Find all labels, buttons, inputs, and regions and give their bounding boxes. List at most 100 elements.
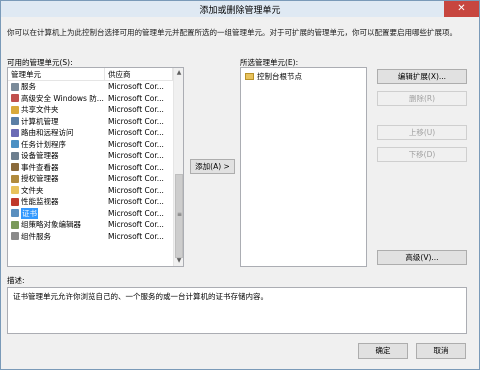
snapin-vendor: Microsoft Cor... — [108, 231, 164, 241]
snapin-name-cell: 事件查看器 — [8, 162, 105, 173]
snapin-vendor: Microsoft Cor... — [108, 220, 164, 230]
scroll-thumb[interactable]: ≡ — [175, 174, 183, 258]
list-item[interactable]: 任务计划程序 Microsoft Cor... — [8, 139, 171, 151]
snapin-name-cell: 性能监视器 — [8, 196, 105, 207]
list-item[interactable]: 设备管理器 Microsoft Cor... — [8, 150, 171, 162]
list-item[interactable]: 文件夹 Microsoft Cor... — [8, 185, 171, 197]
snapin-vendor: Microsoft Cor... — [108, 185, 164, 195]
list-rows: 服务 Microsoft Cor... 高级安全 Windows 防... Micro… — [8, 81, 171, 242]
snapin-name: 事件查看器 — [21, 162, 59, 172]
col-header-vendor[interactable]: 供应商 — [105, 68, 173, 80]
snapin-name: 高级安全 Windows 防... — [21, 93, 104, 103]
snapin-vendor: Microsoft Cor... — [108, 93, 164, 103]
firewall-icon — [11, 94, 19, 103]
scroll-down-icon[interactable]: ▼ — [174, 256, 183, 266]
list-item[interactable]: 事件查看器 Microsoft Cor... — [8, 162, 171, 174]
clock-icon — [11, 140, 19, 149]
tree-item-label: 控制台根节点 — [257, 72, 302, 81]
authorization-icon — [11, 174, 19, 183]
computer-icon — [11, 117, 19, 126]
snapin-name-cell: 路由和远程访问 — [8, 127, 105, 138]
snapin-vendor: Microsoft Cor... — [108, 82, 164, 92]
list-item[interactable]: 组件服务 Microsoft Cor... — [8, 231, 171, 243]
snapin-name-cell: 组策略对象编辑器 — [8, 219, 105, 230]
snapin-name: 组件服务 — [21, 231, 51, 241]
grip-icon: ≡ — [177, 211, 183, 218]
ok-button[interactable]: 确定 — [358, 343, 408, 359]
snapin-name-cell: 设备管理器 — [8, 150, 105, 161]
list-item[interactable]: 性能监视器 Microsoft Cor... — [8, 196, 171, 208]
available-snapins-list[interactable]: 管理单元 供应商 服务 Microsoft Cor... 高级安全 Windows … — [7, 67, 184, 267]
snapin-name: 授权管理器 — [21, 174, 59, 184]
gear-icon — [11, 82, 19, 91]
snapin-vendor: Microsoft Cor... — [108, 174, 164, 184]
snapin-name: 共享文件夹 — [21, 105, 59, 115]
description-label: 描述: — [7, 276, 25, 285]
snapin-vendor: Microsoft Cor... — [108, 105, 164, 115]
snapin-name-cell: 共享文件夹 — [8, 104, 105, 115]
device-icon — [11, 151, 19, 160]
remove-button[interactable]: 删除(R) — [377, 91, 467, 106]
list-scrollbar[interactable]: ▲ ≡ ▼ — [173, 68, 183, 266]
list-item[interactable]: 计算机管理 Microsoft Cor... — [8, 116, 171, 128]
snapin-name-cell: 授权管理器 — [8, 173, 105, 184]
snapin-name-cell: 任务计划程序 — [8, 139, 105, 150]
list-item[interactable]: 服务 Microsoft Cor... — [8, 81, 171, 93]
list-item[interactable]: 共享文件夹 Microsoft Cor... — [8, 104, 171, 116]
col-header-name[interactable]: 管理单元 — [8, 68, 105, 80]
snapin-vendor: Microsoft Cor... — [108, 116, 164, 126]
scroll-up-icon[interactable]: ▲ — [174, 68, 183, 78]
dialog-title: 添加或删除管理单元 — [199, 6, 281, 16]
dialog-body: 你可以在计算机上为此控制台选择可用的管理单元并配置所选的一组管理单元。对于可扩展… — [1, 17, 479, 369]
snapin-name: 文件夹 — [21, 185, 44, 195]
move-up-button[interactable]: 上移(U) — [377, 125, 467, 140]
router-icon — [11, 128, 19, 137]
component-icon — [11, 232, 19, 241]
snapin-vendor: Microsoft Cor... — [108, 208, 164, 218]
snapin-name-cell: 文件夹 — [8, 185, 105, 196]
snapin-name-cell: 高级安全 Windows 防... — [8, 93, 105, 104]
snapin-name: 路由和远程访问 — [21, 128, 74, 138]
description-text: 证书管理单元允许你浏览自己的、一个服务的或一台计算机的证书存储内容。 — [13, 292, 268, 301]
selected-snapins-tree[interactable]: 控制台根节点 — [240, 67, 367, 267]
edit-extensions-button[interactable]: 编辑扩展(X)... — [377, 69, 467, 84]
list-item[interactable]: 组策略对象编辑器 Microsoft Cor... — [8, 219, 171, 231]
folder-icon — [11, 186, 19, 195]
snapin-name: 组策略对象编辑器 — [21, 220, 81, 230]
list-item[interactable]: 证书 Microsoft Cor... — [8, 207, 171, 220]
snapin-name: 证书 — [21, 207, 38, 219]
list-header: 管理单元 供应商 — [8, 68, 173, 81]
snapin-name: 性能监视器 — [21, 197, 59, 207]
policy-icon — [11, 220, 19, 229]
event-log-icon — [11, 163, 19, 172]
advanced-button[interactable]: 高级(V)... — [377, 250, 467, 265]
description-box: 证书管理单元允许你浏览自己的、一个服务的或一台计算机的证书存储内容。 — [7, 287, 467, 334]
snapin-vendor: Microsoft Cor... — [108, 151, 164, 161]
snapin-name-cell: 证书 — [8, 207, 105, 219]
snapin-name-cell: 计算机管理 — [8, 116, 105, 127]
add-button[interactable]: 添加(A) > — [190, 159, 235, 174]
snapin-vendor: Microsoft Cor... — [108, 197, 164, 207]
intro-text: 你可以在计算机上为此控制台选择可用的管理单元并配置所选的一组管理单元。对于可扩展… — [7, 28, 457, 37]
snapin-name: 计算机管理 — [21, 116, 59, 126]
folder-icon — [245, 73, 254, 80]
shared-folder-icon — [11, 105, 19, 114]
close-button[interactable]: ✕ — [444, 1, 479, 17]
snapin-vendor: Microsoft Cor... — [108, 162, 164, 172]
snapin-name-cell: 组件服务 — [8, 231, 105, 242]
title-bar[interactable]: 添加或删除管理单元 ✕ — [1, 1, 479, 17]
snapin-vendor: Microsoft Cor... — [108, 139, 164, 149]
certificate-icon — [11, 209, 19, 218]
list-item[interactable]: 授权管理器 Microsoft Cor... — [8, 173, 171, 185]
list-item[interactable]: 高级安全 Windows 防... Microsoft Cor... — [8, 93, 171, 105]
tree-item-console-root[interactable]: 控制台根节点 — [245, 71, 302, 82]
snapin-name: 任务计划程序 — [21, 139, 66, 149]
snap-in-dialog: 添加或删除管理单元 ✕ 你可以在计算机上为此控制台选择可用的管理单元并配置所选的… — [0, 0, 480, 370]
snapin-vendor: Microsoft Cor... — [108, 128, 164, 138]
snapin-name-cell: 服务 — [8, 81, 105, 92]
snapin-name: 设备管理器 — [21, 151, 59, 161]
list-item[interactable]: 路由和远程访问 Microsoft Cor... — [8, 127, 171, 139]
cancel-button[interactable]: 取消 — [416, 343, 466, 359]
performance-icon — [11, 197, 19, 206]
move-down-button[interactable]: 下移(D) — [377, 147, 467, 162]
